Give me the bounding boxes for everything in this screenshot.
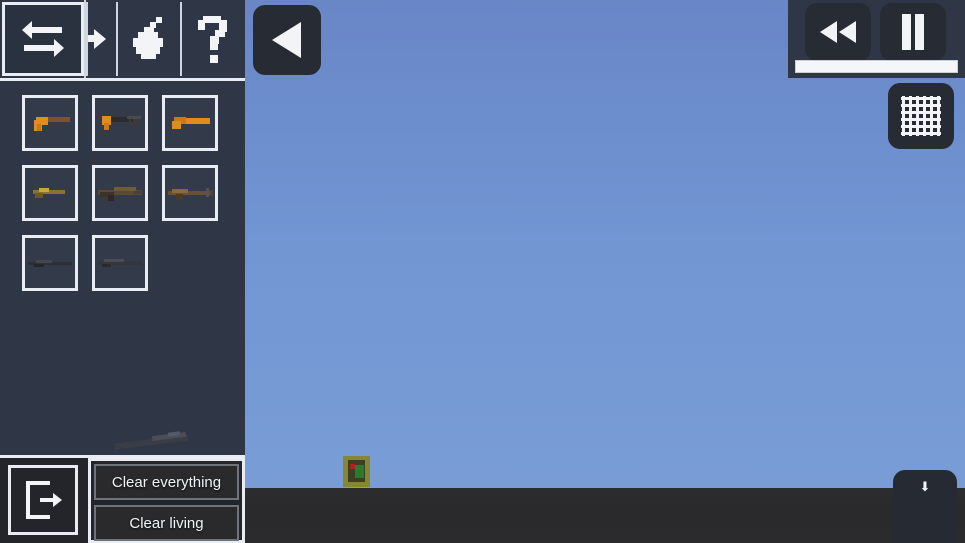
exit-door-icon (26, 481, 62, 519)
inventory-item-battle-rifle[interactable] (162, 165, 218, 221)
weapon-inventory-grid (22, 95, 222, 305)
inventory-item-marksman-rifle[interactable] (92, 235, 148, 291)
inventory-item-sawed-off-shotgun[interactable] (162, 95, 218, 151)
sawedoff-sprite (172, 117, 210, 129)
tab-divider (84, 0, 86, 80)
tab-bar-underline (0, 78, 245, 81)
sidebar-bottom-bar: Clear everything Clear living (0, 458, 245, 543)
clear-buttons-group: Clear everything Clear living (88, 458, 245, 543)
tab-swap[interactable] (2, 2, 84, 76)
tab-help[interactable] (180, 2, 245, 76)
tab-throwables[interactable] (116, 2, 178, 76)
pause-button[interactable] (880, 3, 946, 61)
triangle-left-icon (272, 22, 301, 58)
grid-toggle-button[interactable] (888, 83, 954, 149)
swap-arrows-icon (22, 21, 64, 57)
dragged-weapon-preview[interactable] (112, 428, 194, 450)
pause-icon (902, 14, 924, 50)
inventory-row (22, 165, 222, 235)
inventory-item-sniper-rifle[interactable] (22, 235, 78, 291)
speed-slider[interactable] (795, 60, 958, 73)
download-icon: ⬇ (919, 479, 931, 494)
sniper2-sprite (98, 259, 142, 267)
rifle-sprite (98, 187, 143, 201)
game-screen: ⬇ Clear everything Clear living (0, 0, 965, 543)
inventory-item-submachine-gun[interactable] (92, 95, 148, 151)
inventory-empty-slot (162, 235, 218, 291)
sniper-sprite (28, 260, 72, 267)
spawned-entity[interactable] (339, 455, 374, 488)
clear-living-label: Clear living (129, 514, 204, 532)
clear-living-button[interactable]: Clear living (94, 505, 239, 541)
tab-move[interactable] (86, 2, 114, 76)
grid-toggle-icon (901, 96, 941, 136)
grenade-icon (133, 17, 163, 59)
rifle2-sprite (168, 188, 213, 199)
rewind-icon (820, 21, 856, 43)
smg-sprite (102, 116, 141, 130)
question-mark-icon (197, 16, 227, 63)
download-button[interactable]: ⬇ (893, 470, 957, 543)
rewind-button[interactable] (805, 3, 871, 61)
inventory-row (22, 235, 222, 305)
inventory-row (22, 95, 222, 165)
clear-everything-button[interactable]: Clear everything (94, 464, 239, 500)
pistol-sprite (34, 117, 70, 131)
compact-sprite (33, 188, 65, 198)
inventory-item-compact-smg[interactable] (22, 165, 78, 221)
tab-bar (0, 0, 245, 80)
left-sidebar: Clear everything Clear living (0, 0, 245, 543)
collapse-panel-button[interactable] (253, 5, 321, 75)
dragged-shotgun-sprite (113, 431, 189, 450)
exit-button[interactable] (8, 465, 78, 535)
inventory-item-pistol[interactable] (22, 95, 78, 151)
arrow-right-icon (88, 29, 106, 49)
clear-everything-label: Clear everything (111, 473, 222, 491)
entity-accent (355, 465, 364, 478)
entity-marker (350, 464, 355, 469)
inventory-item-assault-rifle[interactable] (92, 165, 148, 221)
